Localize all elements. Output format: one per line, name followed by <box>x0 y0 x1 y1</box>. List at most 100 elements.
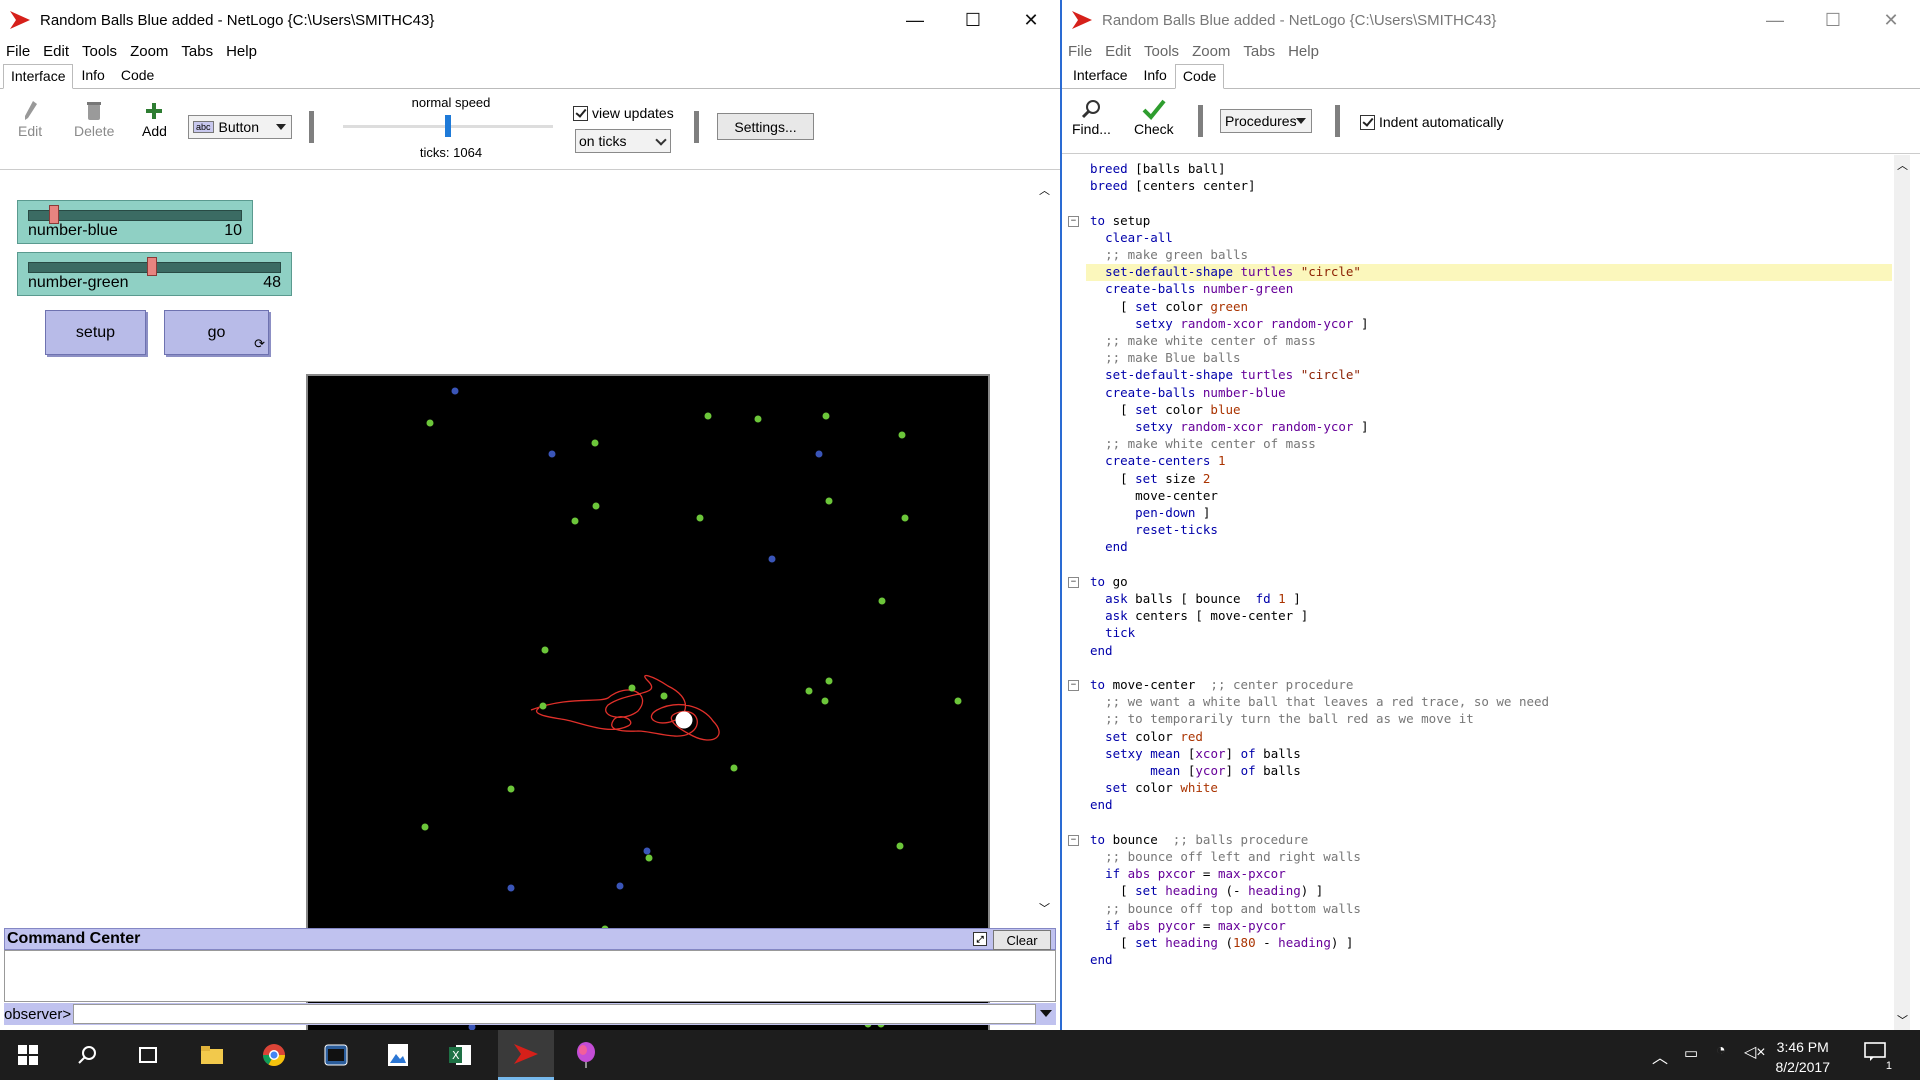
fold-toggle-icon[interactable]: − <box>1068 680 1079 691</box>
menu-help[interactable]: Help <box>226 43 257 60</box>
minimize-button[interactable]: — <box>886 0 944 40</box>
code-line[interactable]: [ set heading (- heading) ] <box>1090 882 1323 899</box>
go-button[interactable]: go ⟳ <box>164 310 269 355</box>
code-line[interactable]: create-balls number-blue <box>1090 384 1286 401</box>
code-line[interactable]: set color red <box>1090 728 1203 745</box>
indent-checkbox[interactable]: Indent automatically <box>1360 114 1504 130</box>
tab-interface[interactable]: Interface <box>1065 63 1135 88</box>
code-line[interactable]: end <box>1090 642 1113 659</box>
title-bar[interactable]: Random Balls Blue added - NetLogo {C:\Us… <box>0 0 1060 40</box>
slider-handle[interactable] <box>146 257 157 276</box>
edit-button[interactable]: Edit <box>18 99 42 139</box>
menu-help[interactable]: Help <box>1288 43 1319 60</box>
menu-edit[interactable]: Edit <box>43 43 69 60</box>
search-button[interactable] <box>64 1030 112 1080</box>
scroll-down-icon[interactable]: ﹀ <box>1039 900 1050 916</box>
interface-vertical-scrollbar[interactable]: ︿ ﹀ <box>1036 180 1052 918</box>
expand-icon[interactable]: ⤢ <box>973 932 987 946</box>
speed-slider-handle[interactable] <box>445 115 451 137</box>
code-line[interactable]: end <box>1090 951 1113 968</box>
code-line[interactable]: end <box>1090 538 1128 555</box>
code-line[interactable]: [ set size 2 <box>1090 470 1210 487</box>
code-line[interactable]: clear-all <box>1090 229 1173 246</box>
code-line[interactable]: breed [balls ball] <box>1090 160 1225 177</box>
code-line[interactable]: ;; bounce off top and bottom walls <box>1090 900 1361 917</box>
code-line[interactable]: to bounce ;; balls procedure <box>1090 831 1308 848</box>
code-line[interactable]: ;; make white center of mass <box>1090 435 1316 452</box>
task-view-button[interactable] <box>124 1030 172 1080</box>
title-bar[interactable]: Random Balls Blue added - NetLogo {C:\Us… <box>1062 0 1920 40</box>
tab-info[interactable]: Info <box>73 63 112 88</box>
update-mode-dropdown[interactable]: on ticks <box>575 129 671 153</box>
netlogo-taskbar-button[interactable] <box>498 1030 554 1080</box>
menu-zoom[interactable]: Zoom <box>1192 43 1230 60</box>
start-button[interactable] <box>4 1030 52 1080</box>
code-vertical-scrollbar[interactable]: ︿ ﹀ <box>1894 155 1910 1030</box>
code-line[interactable]: to go <box>1090 573 1128 590</box>
code-line[interactable]: ask balls [ bounce fd 1 ] <box>1090 590 1301 607</box>
code-line[interactable]: [ set color blue <box>1090 401 1240 418</box>
maximize-button[interactable]: ☐ <box>944 0 1002 40</box>
setup-button[interactable]: setup <box>45 310 146 355</box>
code-line[interactable]: ;; to temporarily turn the ball red as w… <box>1090 710 1474 727</box>
code-line[interactable]: [ set color green <box>1090 298 1248 315</box>
view-updates-checkbox[interactable]: view updates <box>573 105 674 121</box>
minimize-button[interactable]: — <box>1746 0 1804 40</box>
scroll-up-icon[interactable]: ︿ <box>1897 157 1908 173</box>
code-line[interactable]: ;; we want a white ball that leaves a re… <box>1090 693 1549 710</box>
volume-muted-icon[interactable]: ◁× <box>1744 1042 1766 1062</box>
wifi-icon[interactable]: ◔ <box>1716 1042 1726 1060</box>
code-line[interactable]: ;; make green balls <box>1090 246 1248 263</box>
code-line[interactable]: ask centers [ move-center ] <box>1090 607 1308 624</box>
code-line[interactable]: setxy random-xcor random-ycor ] <box>1090 418 1368 435</box>
tab-code[interactable]: Code <box>113 63 162 88</box>
code-line[interactable]: breed [centers center] <box>1090 177 1256 194</box>
code-line[interactable]: create-centers 1 <box>1090 452 1225 469</box>
menu-file[interactable]: File <box>1068 43 1092 60</box>
delete-button[interactable]: Delete <box>74 99 114 139</box>
code-line[interactable]: ;; make white center of mass <box>1090 332 1316 349</box>
code-line[interactable]: create-balls number-green <box>1090 280 1293 297</box>
action-center-button[interactable]: 1 <box>1864 1042 1892 1072</box>
code-line[interactable]: [ set heading (180 - heading) ] <box>1090 934 1353 951</box>
tab-interface[interactable]: Interface <box>3 64 74 89</box>
history-dropdown-icon[interactable] <box>1040 1010 1052 1017</box>
code-line[interactable]: ;; make Blue balls <box>1090 349 1240 366</box>
find-button[interactable]: Find... <box>1072 97 1111 137</box>
code-line[interactable]: tick <box>1090 624 1135 641</box>
command-center-output[interactable] <box>4 950 1056 1002</box>
command-input[interactable] <box>73 1004 1036 1024</box>
scroll-up-icon[interactable]: ︿ <box>1039 182 1050 198</box>
maximize-button[interactable]: ☐ <box>1804 0 1862 40</box>
code-line[interactable]: setxy random-xcor random-ycor ] <box>1090 315 1368 332</box>
fold-toggle-icon[interactable]: − <box>1068 215 1079 227</box>
system-clock[interactable]: 3:46 PM 8/2/2017 <box>1776 1037 1831 1077</box>
chevron-up-icon[interactable]: ︿ <box>1652 1044 1668 1068</box>
close-button[interactable]: ✕ <box>1862 0 1920 40</box>
fold-toggle-icon[interactable]: − <box>1068 576 1079 588</box>
code-editor[interactable]: breed [balls ball] breed [centers center]… <box>1062 155 1920 1030</box>
procedures-dropdown[interactable]: Procedures <box>1220 109 1312 133</box>
image-viewer-button[interactable] <box>374 1030 422 1080</box>
code-line[interactable]: set color white <box>1090 779 1218 796</box>
code-line[interactable]: mean [ycor] of balls <box>1090 762 1301 779</box>
menu-zoom[interactable]: Zoom <box>130 43 168 60</box>
menu-tabs[interactable]: Tabs <box>1243 43 1275 60</box>
code-line[interactable]: set-default-shape turtles "circle" <box>1090 263 1361 280</box>
code-line[interactable]: end <box>1090 796 1113 813</box>
code-line[interactable]: move-center <box>1090 487 1218 504</box>
widget-type-dropdown[interactable]: abc Button <box>188 115 292 139</box>
settings-button[interactable]: Settings... <box>717 113 814 140</box>
fold-toggle-icon[interactable]: − <box>1068 834 1079 846</box>
file-explorer-button[interactable] <box>188 1030 236 1080</box>
tab-code[interactable]: Code <box>1174 64 1225 89</box>
code-line[interactable]: if abs pxcor = max-pxcor <box>1090 865 1286 882</box>
check-button[interactable]: Check <box>1134 97 1174 137</box>
chrome-button[interactable] <box>250 1030 298 1080</box>
scroll-down-icon[interactable]: ﹀ <box>1897 1012 1908 1028</box>
menu-tools[interactable]: Tools <box>1144 43 1179 60</box>
menu-tools[interactable]: Tools <box>82 43 117 60</box>
terminal-button[interactable] <box>312 1030 360 1080</box>
excel-button[interactable]: X <box>436 1030 484 1080</box>
paint-button[interactable] <box>560 1030 612 1080</box>
